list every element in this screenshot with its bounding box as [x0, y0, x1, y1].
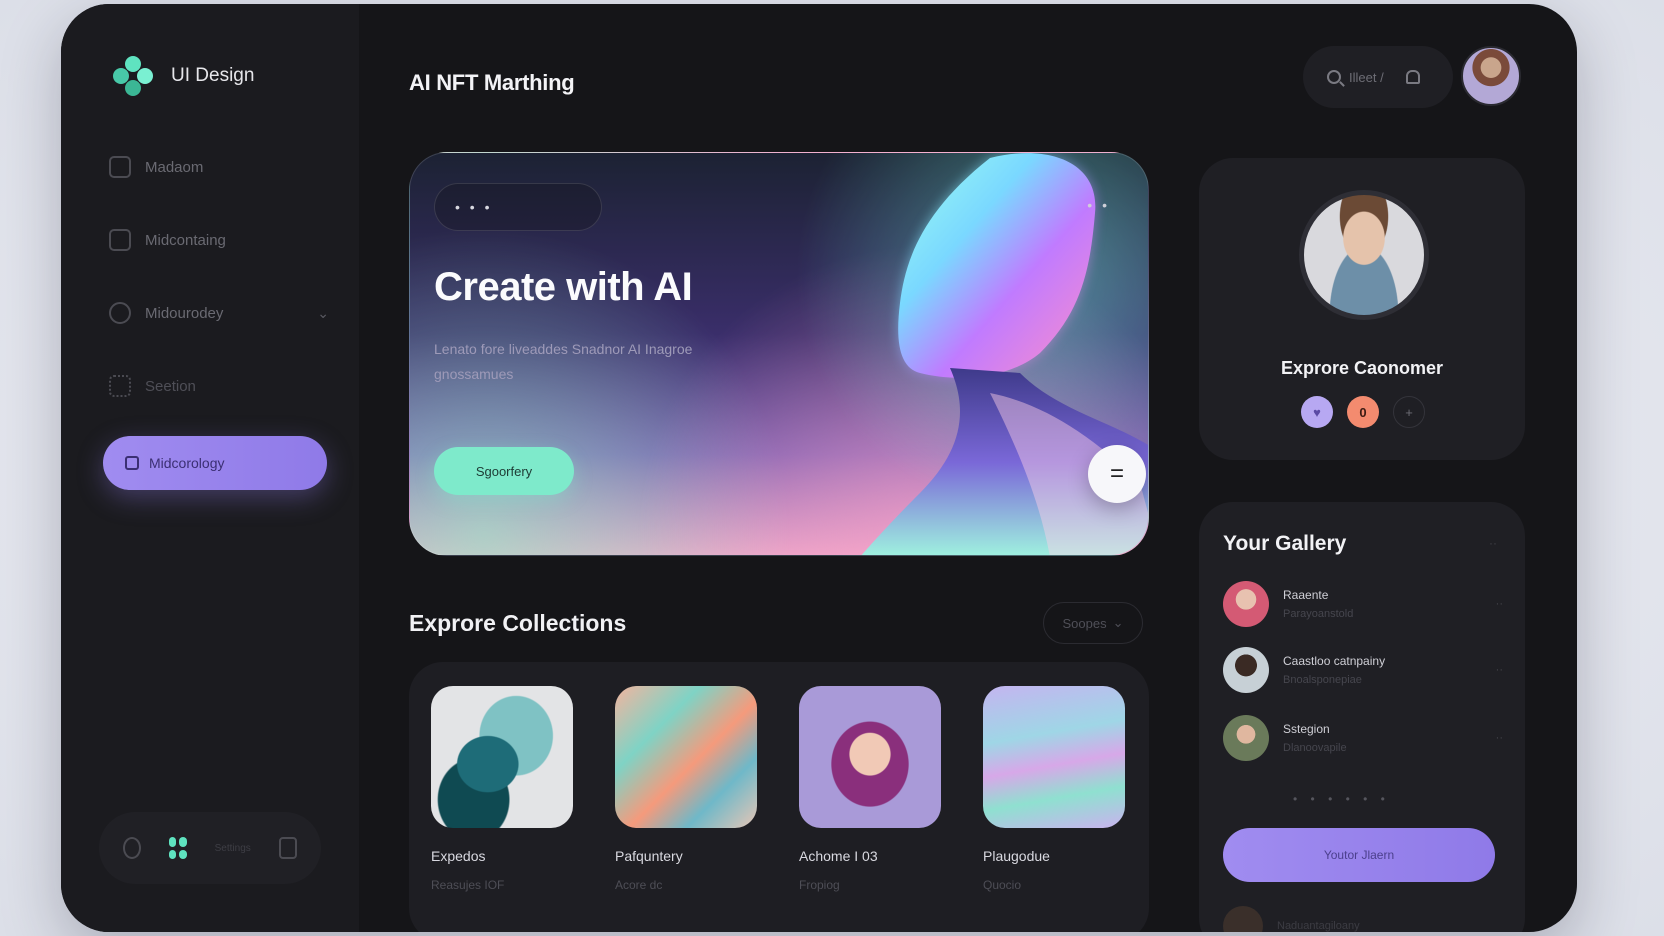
sidebar-item-label: Midcontaing: [145, 231, 226, 249]
search-icon: [1327, 70, 1341, 84]
list-item[interactable]: Naduantagiloany: [1223, 906, 1360, 932]
more-icon[interactable]: • •: [1087, 197, 1110, 213]
avatar: [1223, 647, 1269, 693]
hero-menu-pill[interactable]: • • •: [434, 183, 602, 231]
profile-avatar[interactable]: [1299, 190, 1429, 320]
sidebar-item-label: Midourodey: [145, 304, 224, 322]
collection-thumbnail-image: [615, 686, 757, 828]
list-item-name: Raaente: [1283, 588, 1329, 602]
menu-icon[interactable]: =: [1088, 445, 1146, 503]
calendar-icon: [109, 156, 131, 178]
more-icon[interactable]: ··: [1489, 536, 1497, 550]
app-window: UI Design Madaom Midcontaing Midourodey …: [61, 4, 1577, 932]
count-badge[interactable]: 0: [1347, 396, 1379, 428]
sidebar-item-0[interactable]: Madaom: [109, 152, 329, 182]
heart-icon[interactable]: ♥: [1301, 396, 1333, 428]
sidebar-item-label: Midcorology: [149, 455, 225, 471]
hero-cta-button[interactable]: Sgoorfery: [434, 447, 574, 495]
filter-label: Soopes: [1062, 615, 1107, 631]
collection-thumbnail-image: [799, 686, 941, 828]
profile-name: Exprore Caonomer: [1280, 358, 1444, 378]
list-item-name: Caastloo catnpainy: [1283, 654, 1386, 668]
hero-description: Lenato fore liveaddes Snadnor AI Inagroe…: [434, 341, 693, 382]
gear-icon: [109, 302, 131, 324]
more-icon[interactable]: ··: [1496, 598, 1503, 610]
sidebar-item-3[interactable]: Seetion: [109, 371, 329, 401]
sidebar-item-label: Seetion: [145, 377, 196, 395]
collection-subtitle: Reasujes IOF: [431, 878, 505, 892]
gallery-panel: Your Gallery ·· Raaente Parayoanstold ··…: [1199, 502, 1525, 932]
brand-logo-icon: [113, 56, 153, 96]
sidebar: UI Design Madaom Midcontaing Midourodey …: [61, 4, 359, 932]
avatar[interactable]: [1461, 46, 1521, 106]
page-title: AI NFT Marthing: [409, 70, 575, 95]
list-item-name: Naduantagiloany: [1277, 920, 1360, 932]
collection-card[interactable]: Pafquntery Acore dc: [615, 686, 757, 892]
collections-filter-dropdown[interactable]: Soopes ⌄: [1043, 602, 1143, 644]
list-item-name: Sstegion: [1283, 722, 1330, 736]
list-item-sub: Parayoanstold: [1283, 608, 1354, 620]
add-icon[interactable]: +: [1393, 396, 1425, 428]
collection-subtitle: Fropiog: [799, 878, 840, 892]
collections-title: Exprore Collections: [409, 610, 627, 636]
profile-card: Exprore Caonomer ♥ 0 +: [1199, 158, 1525, 460]
hero-banner: • • • • • Create with AI Lenato fore liv…: [409, 152, 1149, 556]
list-item[interactable]: Sstegion Dlanoovapile ··: [1223, 714, 1503, 762]
chat-icon[interactable]: [123, 837, 142, 859]
search-bar[interactable]: Illeet /: [1303, 46, 1453, 108]
sidebar-footer: Settings: [99, 812, 321, 884]
avatar: [1223, 906, 1263, 932]
bag-icon: [109, 229, 131, 251]
sidebar-item-label: Madaom: [145, 158, 204, 176]
brand-name: UI Design: [171, 65, 255, 86]
collection-thumbnail-image: [431, 686, 573, 828]
profile-badges: ♥ 0 +: [1301, 396, 1425, 428]
sidebar-item-1[interactable]: Midcontaing: [109, 225, 329, 255]
sidebar-nav: Madaom Midcontaing Midourodey ⌄ Seetion: [109, 152, 329, 444]
bell-icon[interactable]: [1405, 70, 1420, 84]
heart-icon[interactable]: [278, 837, 297, 859]
sidebar-item-active[interactable]: Midcorology: [103, 436, 327, 490]
list-item-sub: Dlanoovapile: [1283, 742, 1347, 754]
chevron-down-icon: ⌄: [317, 304, 329, 321]
collections-panel: Expedos Reasujes IOF Pafquntery Acore dc…: [409, 662, 1149, 932]
more-icon[interactable]: ··: [1496, 664, 1503, 676]
gallery-action-button[interactable]: Youtor Jlaern: [1223, 828, 1495, 882]
avatar: [1223, 715, 1269, 761]
footer-label: Settings: [214, 842, 251, 854]
users-icon: [109, 375, 131, 397]
list-item-sub: Bnoalsponepiae: [1283, 674, 1362, 686]
collection-card[interactable]: Expedos Reasujes IOF: [431, 686, 573, 892]
list-item[interactable]: Caastloo catnpainy Bnoalsponepiae ··: [1223, 646, 1503, 694]
collection-title: Achome I 03: [799, 848, 878, 864]
gallery-title: Your Gallery: [1223, 532, 1347, 555]
collection-title: Plaugodue: [983, 848, 1050, 864]
collection-thumbnail-image: [983, 686, 1125, 828]
apps-grid-icon[interactable]: [169, 837, 187, 859]
collection-subtitle: Acore dc: [615, 878, 663, 892]
avatar: [1223, 581, 1269, 627]
collection-title: Pafquntery: [615, 848, 683, 864]
brand[interactable]: UI Design: [113, 56, 254, 96]
list-item[interactable]: Raaente Parayoanstold ··: [1223, 580, 1503, 628]
collection-card[interactable]: Plaugodue Quocio: [983, 686, 1125, 892]
hero-title: Create with AI: [434, 265, 693, 309]
collection-title: Expedos: [431, 848, 486, 864]
sidebar-item-2[interactable]: Midourodey ⌄: [109, 298, 329, 328]
collection-card[interactable]: Achome I 03 Fropiog: [799, 686, 941, 892]
pagination-dots[interactable]: • • • • • •: [1293, 792, 1390, 806]
collection-subtitle: Quocio: [983, 878, 1022, 892]
lock-icon: [125, 456, 139, 470]
chevron-down-icon: ⌄: [1112, 615, 1124, 630]
search-input[interactable]: Illeet /: [1349, 70, 1384, 85]
more-icon[interactable]: ··: [1496, 732, 1503, 744]
